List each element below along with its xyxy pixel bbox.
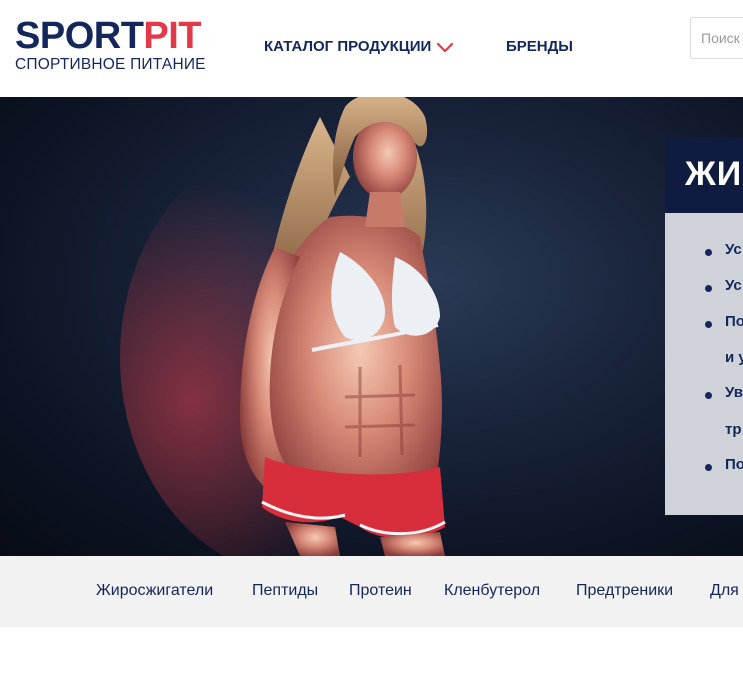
promo-list: Ус Ус По и у Ув тр По [665,213,743,515]
bullet-icon [705,392,712,399]
logo-sport-text: SPORT [15,15,144,57]
promo-list-item: Ус [725,277,742,294]
bullet-icon [705,249,712,256]
nav-catalog-label: КАТАЛОГ ПРОДУКЦИИ [264,38,432,55]
search-input[interactable] [690,17,743,59]
hero-fitness-model-image [120,97,480,556]
bullet-icon [705,321,712,328]
bullet-icon [705,285,712,292]
promo-panel: ЖИ Ус Ус По и у Ув тр По [665,137,743,515]
logo-tagline: СПОРТИВНОЕ ПИТАНИЕ [15,56,206,73]
category-link-pre-workout[interactable]: Предтреники [576,582,673,600]
hero-banner[interactable]: ЖИ Ус Ус По и у Ув тр По [0,97,743,556]
promo-list-item-continued: тр [725,421,742,438]
category-link-peptides[interactable]: Пептиды [252,582,318,600]
category-link-protein[interactable]: Протеин [349,582,412,600]
chevron-down-icon [436,41,454,53]
site-header: SPORTPIT СПОРТИВНОЕ ПИТАНИЕ КАТАЛОГ ПРОД… [0,0,743,97]
promo-header: ЖИ [665,137,743,213]
category-bar: Жиросжигатели Пептиды Протеин Кленбутеро… [0,556,743,627]
promo-list-item: Ув [725,384,743,401]
promo-title: ЖИ [685,155,743,193]
promo-list-item: Ус [725,241,742,258]
site-logo[interactable]: SPORTPIT СПОРТИВНОЕ ПИТАНИЕ [15,16,215,76]
page: SPORTPIT СПОРТИВНОЕ ПИТАНИЕ КАТАЛОГ ПРОД… [0,0,743,675]
category-link-fat-burners[interactable]: Жиросжигатели [96,582,213,600]
logo-wordmark: SPORTPIT [15,15,202,57]
bullet-icon [705,464,712,471]
logo-pit-text: PIT [143,15,202,57]
promo-list-item: По [725,313,743,330]
nav-catalog-menu[interactable]: КАТАЛОГ ПРОДУКЦИИ [264,38,454,55]
promo-list-item: По [725,456,743,473]
category-link-more[interactable]: Для [710,582,739,600]
category-link-clenbuterol[interactable]: Кленбутерол [444,582,540,600]
nav-brands-link[interactable]: БРЕНДЫ [506,38,573,55]
promo-list-item-continued: и у [725,349,743,366]
